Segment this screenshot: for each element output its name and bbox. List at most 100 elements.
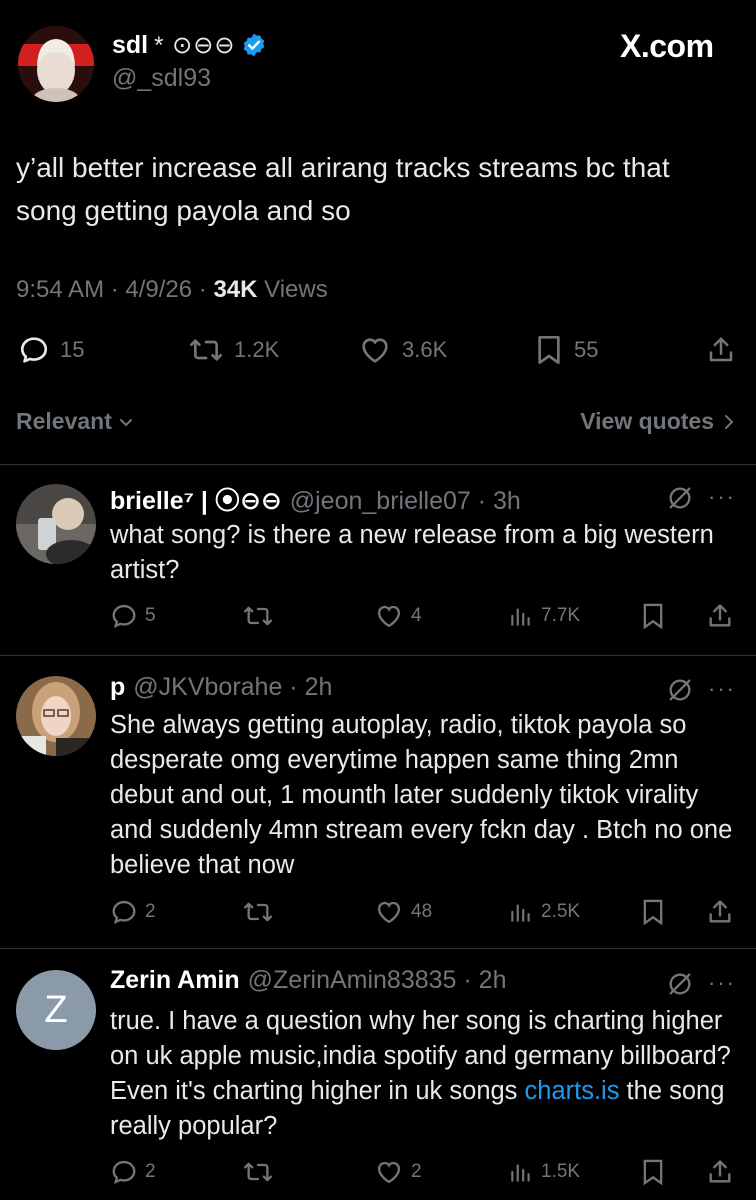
tweet-text: y’all better increase all arirang tracks… — [16, 152, 670, 226]
grok-icon[interactable] — [666, 484, 694, 512]
bookmark-icon — [640, 898, 666, 926]
like-button[interactable]: 3.6K — [358, 334, 447, 366]
views-count: 2.5K — [541, 901, 581, 922]
reply-views-button[interactable]: 1.5K — [508, 1158, 580, 1186]
views-icon — [508, 602, 534, 630]
reply-like-button[interactable]: 4 — [374, 602, 422, 630]
reply-like-button[interactable]: 48 — [374, 898, 432, 926]
reply-text: She always getting autoplay, radio, tikt… — [110, 711, 733, 879]
reply-count: 15 — [60, 337, 85, 362]
author-name[interactable]: sdl — [112, 31, 148, 60]
author-name-emoji: * ⊙⊖⊖ — [154, 31, 236, 59]
divider — [0, 655, 756, 656]
like-count: 4 — [411, 605, 422, 626]
reply-icon — [110, 898, 138, 926]
reply-icon — [110, 602, 138, 630]
share-button[interactable] — [706, 334, 736, 366]
more-options-icon[interactable]: ··· — [708, 484, 736, 510]
heart-icon — [358, 334, 392, 366]
reply-avatar[interactable] — [16, 484, 96, 564]
views-count: 34K — [213, 276, 258, 303]
repost-button[interactable]: 1.2K — [188, 334, 279, 366]
divider — [0, 464, 756, 465]
reply-repost-button[interactable] — [242, 898, 281, 926]
reply-header: p @JKVborahe · 2h — [110, 673, 332, 702]
reply-icon — [110, 1158, 138, 1186]
share-icon — [706, 602, 734, 630]
reply-text: true. I have a question why her song is … — [110, 1004, 745, 1144]
reply-text: what song? is there a new release from a… — [110, 521, 714, 584]
reply-sort-label: Relevant — [16, 408, 112, 434]
grok-icon[interactable] — [666, 970, 694, 998]
author-avatar[interactable] — [18, 26, 94, 102]
reply-share-button[interactable] — [706, 898, 734, 926]
reply-reply-button[interactable]: 2 — [110, 898, 156, 926]
reply-avatar[interactable]: Z — [16, 970, 96, 1050]
repost-icon — [242, 1158, 274, 1186]
tweet-meta: 9:54 AM · 4/9/26 · 34K Views — [16, 276, 328, 304]
more-options-icon[interactable]: ··· — [708, 676, 736, 702]
repost-icon — [242, 602, 274, 630]
tweet-timestamp[interactable]: 9:54 AM · 4/9/26 · — [16, 276, 213, 303]
views-label: Views — [257, 276, 328, 303]
view-quotes-label: View quotes — [580, 408, 714, 434]
view-quotes-link[interactable]: View quotes — [580, 408, 736, 435]
reply-author-name[interactable]: brielle⁷ | ⦿⊖⊖ — [110, 481, 282, 517]
reply-icon — [18, 334, 50, 366]
repost-icon — [242, 898, 274, 926]
chevron-down-icon — [116, 412, 136, 432]
reply-repost-button[interactable] — [242, 1158, 281, 1186]
reply-author-name[interactable]: Zerin Amin — [110, 966, 240, 995]
heart-icon — [374, 602, 404, 630]
bookmark-button[interactable]: 55 — [534, 334, 598, 366]
views-icon — [508, 1158, 534, 1186]
author-handle[interactable]: @_sdl93 — [112, 64, 211, 93]
bookmark-icon — [640, 1158, 666, 1186]
views-icon — [508, 898, 534, 926]
bookmark-count: 55 — [574, 337, 599, 362]
reply-avatar[interactable] — [16, 676, 96, 756]
divider — [0, 948, 756, 949]
verified-badge-icon — [241, 32, 267, 58]
like-count: 48 — [411, 901, 433, 922]
reply-views-button[interactable]: 2.5K — [508, 898, 580, 926]
reply-views-button[interactable]: 7.7K — [508, 602, 580, 630]
author-name-row: sdl * ⊙⊖⊖ — [112, 28, 267, 62]
heart-icon — [374, 898, 404, 926]
share-icon — [706, 898, 734, 926]
reply-bookmark-button[interactable] — [640, 602, 666, 630]
reply-header: Zerin Amin @ZerinAmin83835 · 2h — [110, 966, 506, 995]
reply-like-button[interactable]: 2 — [374, 1158, 422, 1186]
reply-share-button[interactable] — [706, 602, 734, 630]
charts-link[interactable]: charts.is — [525, 1077, 620, 1105]
reply-author-name[interactable]: p — [110, 673, 125, 702]
share-icon — [706, 1158, 734, 1186]
avatar-letter: Z — [44, 988, 68, 1031]
views-count: 1.5K — [541, 1161, 581, 1182]
bookmark-icon — [534, 334, 564, 366]
reply-bookmark-button[interactable] — [640, 1158, 666, 1186]
repost-count: 1.2K — [234, 337, 280, 362]
grok-icon[interactable] — [666, 676, 694, 704]
share-icon — [706, 334, 736, 366]
heart-icon — [374, 1158, 404, 1186]
reply-bookmark-button[interactable] — [640, 898, 666, 926]
reply-reply-button[interactable]: 2 — [110, 1158, 156, 1186]
reply-sort-dropdown[interactable]: Relevant — [16, 408, 136, 435]
reply-button[interactable]: 15 — [18, 334, 84, 366]
chevron-right-icon — [722, 412, 736, 432]
reply-header: brielle⁷ | ⦿⊖⊖ @jeon_brielle07 · 3h — [110, 481, 521, 517]
reply-count: 5 — [145, 605, 156, 626]
reply-repost-button[interactable] — [242, 602, 281, 630]
reply-handle-time[interactable]: @ZerinAmin83835 · 2h — [248, 966, 507, 995]
bookmark-icon — [640, 602, 666, 630]
reply-count: 2 — [145, 901, 156, 922]
x-com-watermark: X.com — [620, 28, 714, 64]
reply-handle-time[interactable]: @jeon_brielle07 · 3h — [290, 487, 521, 516]
repost-icon — [188, 334, 224, 366]
more-options-icon[interactable]: ··· — [708, 970, 736, 996]
reply-count: 2 — [145, 1161, 156, 1182]
reply-handle-time[interactable]: @JKVborahe · 2h — [133, 673, 332, 702]
reply-reply-button[interactable]: 5 — [110, 602, 156, 630]
reply-share-button[interactable] — [706, 1158, 734, 1186]
